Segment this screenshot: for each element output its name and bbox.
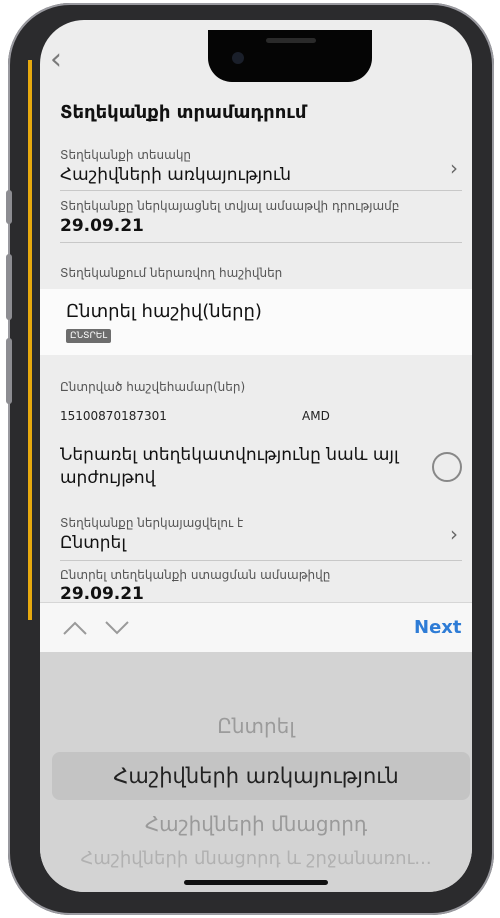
selected-accounts-label: Ընտրված հաշվեհամար(ներ)	[60, 380, 246, 394]
divider	[60, 242, 462, 243]
chevron-right-icon[interactable]: ›	[450, 156, 458, 180]
reference-type-label: Տեղեկանքի տեսակը	[60, 148, 192, 162]
home-indicator[interactable]	[184, 880, 328, 885]
picker-wheel[interactable]: Ընտրել Հաշիվների առկայություն Հաշիվների …	[40, 652, 472, 892]
include-other-currency-radio[interactable]	[432, 452, 462, 482]
volume-up-button	[6, 254, 12, 320]
chevron-left-icon[interactable]: ‹	[50, 42, 62, 77]
receive-date-label: Ընտրել տեղեկանքի ստացման ամսաթիվը	[60, 568, 331, 582]
chevron-right-icon[interactable]: ›	[450, 522, 458, 546]
next-button[interactable]: Next	[414, 617, 462, 638]
reference-date-label: Տեղեկանքը ներկայացնել տվյալ ամսաթվի դրու…	[60, 199, 400, 213]
divider	[60, 560, 462, 561]
mute-switch	[6, 190, 12, 224]
input-accessory-toolbar: Next	[40, 602, 472, 653]
picker-option[interactable]: Հաշիվների մնացորդ	[40, 812, 472, 836]
reference-date-value[interactable]: 29.09.21	[60, 216, 144, 236]
chevron-down-icon[interactable]	[104, 617, 130, 642]
present-to-value[interactable]: Ընտրել	[60, 533, 126, 553]
select-accounts-title: Ընտրել հաշիվ(ները)	[66, 301, 262, 322]
account-currency: AMD	[302, 409, 330, 423]
volume-down-button	[6, 338, 12, 404]
picker-option[interactable]: Ընտրել	[40, 714, 472, 738]
left-accent-edge	[28, 60, 32, 620]
account-number: 15100870187301	[60, 409, 167, 423]
present-to-label: Տեղեկանքը ներկայացվելու է	[60, 516, 244, 530]
speaker	[266, 38, 316, 43]
picker-option[interactable]: Հաշիվների մնացորդ և շրջանառու...	[40, 848, 472, 869]
select-accounts-card[interactable]: Ընտրել հաշիվ(ները) ԸՆՏՐԵԼ	[40, 289, 472, 355]
chevron-up-icon[interactable]	[62, 617, 88, 642]
divider	[60, 190, 462, 191]
include-other-currency-label: Ներառել տեղեկատվությունը նաև այլ արժույթ…	[60, 445, 399, 488]
page-title: Տեղեկանքի տրամադրում	[60, 102, 307, 123]
notch	[208, 30, 372, 82]
accounts-section-label: Տեղեկանքում ներառվող հաշիվներ	[60, 266, 283, 280]
receive-date-value[interactable]: 29.09.21	[60, 584, 144, 604]
camera-icon	[232, 52, 244, 64]
screen: ‹ Տեղեկանքի տրամադրում Տեղեկանքի տեսակը …	[40, 20, 472, 892]
reference-type-value[interactable]: Հաշիվների առկայություն	[60, 165, 291, 185]
select-chip[interactable]: ԸՆՏՐԵԼ	[66, 329, 112, 343]
picker-option-selected[interactable]: Հաշիվների առկայություն	[40, 764, 472, 788]
